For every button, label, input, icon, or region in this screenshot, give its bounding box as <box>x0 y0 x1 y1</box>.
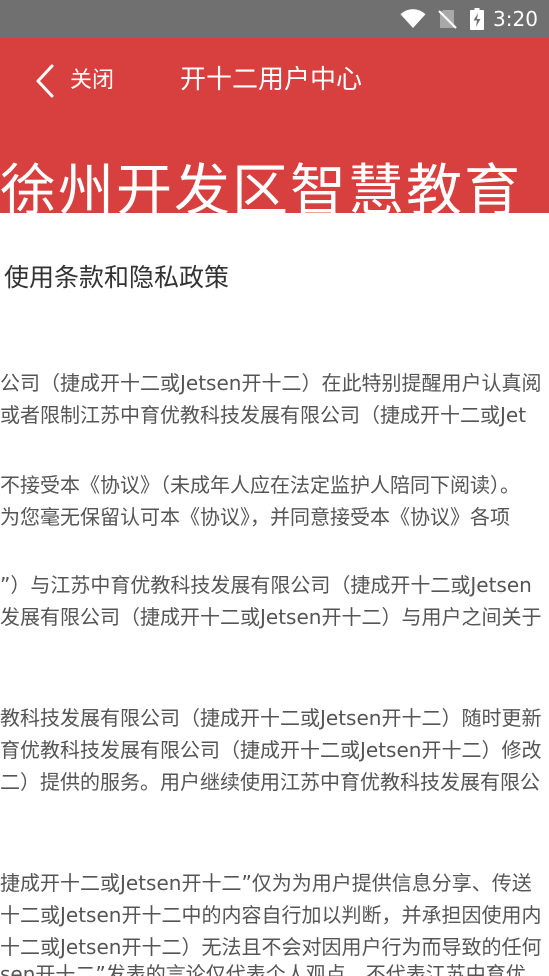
site-banner: 徐州开发区智慧教育 <box>0 122 549 213</box>
banner-title: 徐州开发区智慧教育 <box>0 162 522 213</box>
battery-charging-icon <box>470 8 484 30</box>
close-button[interactable]: 关闭 <box>30 60 130 102</box>
paragraph-line: 或者限制江苏中育优教科技发展有限公司（捷成开十二或Jet <box>0 403 527 427</box>
terms-webview[interactable]: 使用条款和隐私政策 公司（捷成开十二或Jetsen开十二）在此特别提醒用户认真阅… <box>0 213 549 976</box>
paragraph-line: 育优教科技发展有限公司（捷成开十二或Jetsen开十二）修改 <box>0 738 542 762</box>
status-time: 3:20 <box>493 7 538 31</box>
wifi-icon <box>400 9 426 29</box>
paragraph-line: 十二或Jetsen开十二中的内容自行加以判断，并承担因使用内 <box>0 903 542 927</box>
chevron-left-icon <box>36 64 54 98</box>
paragraph-line: 不接受本《协议》（未成年人应在法定监护人陪同下阅读）。 <box>0 473 520 497</box>
paragraph-line: 二）提供的服务。用户继续使用江苏中育优教科技发展有限公 <box>0 770 540 794</box>
paragraph-line: 捷成开十二或Jetsen开十二”仅为为用户提供信息分享、传送 <box>0 871 532 895</box>
paragraph-line: 教科技发展有限公司（捷成开十二或Jetsen开十二）随时更新 <box>0 706 542 730</box>
app-screen: 3:20 关闭 开十二用户中心 徐州开发区智慧教育 使用条款和隐私政策 公司（捷… <box>0 0 549 976</box>
page-title: 开十二用户中心 <box>180 65 363 95</box>
paragraph-line: ”）与江苏中育优教科技发展有限公司（捷成开十二或Jetsen <box>0 573 532 597</box>
paragraph-line: 公司（捷成开十二或Jetsen开十二）在此特别提醒用户认真阅 <box>0 371 542 395</box>
paragraph-line: sen开十二”发表的言论仅代表个人观点，不代表江苏中育优 <box>0 962 526 976</box>
paragraph-line: 为您毫无保留认可本《协议》，并同意接受本《协议》各项 <box>0 505 510 529</box>
close-label: 关闭 <box>70 68 115 93</box>
paragraph-line: 发展有限公司（捷成开十二或Jetsen开十二）与用户之间关于 <box>0 605 542 629</box>
status-bar: 3:20 <box>0 0 549 38</box>
document-heading: 使用条款和隐私政策 <box>4 263 230 292</box>
no-sim-icon <box>438 10 457 29</box>
app-header: 关闭 开十二用户中心 徐州开发区智慧教育 <box>0 38 549 213</box>
